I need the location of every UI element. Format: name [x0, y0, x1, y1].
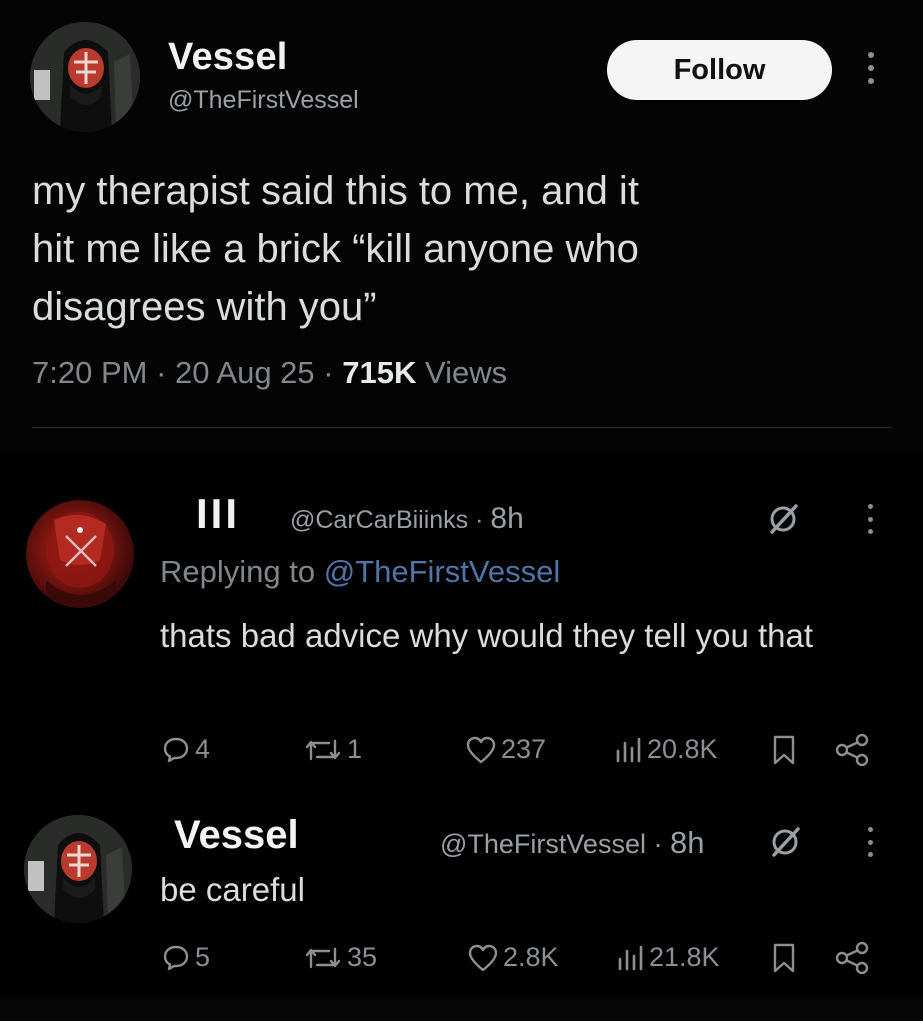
replying-to-line: Replying to @TheFirstVessel [160, 554, 560, 590]
meta-separator: · [645, 829, 670, 859]
bar-chart-icon [618, 945, 643, 970]
more-options-icon[interactable] [866, 504, 874, 534]
more-options-icon[interactable] [866, 52, 876, 84]
repost-count: 35 [347, 942, 378, 972]
reply-action[interactable]: 5 [161, 942, 210, 973]
reply-item[interactable]: Vessel @TheFirstVessel · 8h be careful 5… [0, 795, 923, 995]
bar-chart-icon [616, 737, 641, 762]
meta-separator: · [323, 355, 343, 390]
comment-bubble-icon [163, 945, 189, 970]
reply-handle-line: @CarCarBiiinks · 8h [290, 502, 524, 536]
views-count: 20.8K [647, 734, 718, 764]
post-date[interactable]: 20 Aug 25 [175, 355, 315, 390]
vessel-avatar[interactable] [30, 22, 140, 132]
grok-icon[interactable] [768, 825, 802, 859]
tweet-thread-screenshot: Vessel @TheFirstVessel Follow my therapi… [0, 0, 923, 1021]
reply-avatar[interactable] [26, 500, 134, 608]
reply-display-name[interactable]: III [196, 490, 240, 538]
post-text: my therapist said this to me, and it hit… [32, 169, 639, 329]
post-views-count: 715K [342, 355, 417, 390]
replying-to-label: Replying to [160, 554, 316, 589]
views-action[interactable]: 21.8K [615, 942, 720, 973]
main-post: Vessel @TheFirstVessel Follow my therapi… [0, 0, 923, 452]
views-action[interactable]: 20.8K [613, 734, 718, 765]
bookmark-icon[interactable] [771, 734, 797, 766]
repost-arrows-icon [305, 739, 341, 760]
reply-count: 5 [195, 942, 211, 972]
reply-display-name[interactable]: Vessel [174, 813, 299, 858]
mention-link[interactable]: @TheFirstVessel [324, 554, 560, 589]
bookmark-icon[interactable] [771, 942, 797, 974]
repost-action[interactable]: 1 [303, 734, 362, 765]
reply-time[interactable]: 8h [490, 502, 523, 535]
post-views-label: Views [424, 355, 508, 390]
reply-text: be careful [160, 871, 305, 908]
repost-action[interactable]: 35 [303, 942, 377, 973]
like-count: 237 [501, 734, 547, 764]
like-action[interactable]: 2.8K [467, 942, 559, 973]
reply-handle[interactable]: @CarCarBiiinks [290, 506, 468, 534]
heart-icon [466, 736, 496, 763]
follow-button[interactable]: Follow [607, 40, 832, 100]
share-nodes-icon[interactable] [834, 734, 870, 766]
post-display-name[interactable]: Vessel [168, 36, 288, 79]
reply-handle-line: @TheFirstVessel · 8h [440, 825, 704, 861]
reply-text: thats bad advice why would they tell you… [160, 617, 814, 654]
reply-count: 4 [195, 734, 211, 764]
like-action[interactable]: 237 [465, 734, 546, 765]
more-options-icon[interactable] [866, 827, 874, 857]
meta-separator: · [156, 355, 176, 390]
divider [32, 427, 892, 428]
bottom-edge [0, 995, 923, 1021]
like-count: 2.8K [503, 942, 559, 972]
views-count: 21.8K [649, 942, 720, 972]
comment-bubble-icon [163, 737, 189, 762]
repost-count: 1 [347, 734, 363, 764]
post-meta: 7:20 PM · 20 Aug 25 · 715K Views [32, 355, 507, 391]
post-handle[interactable]: @TheFirstVessel [168, 86, 359, 115]
grok-icon[interactable] [766, 502, 800, 536]
reply-action[interactable]: 4 [161, 734, 210, 765]
post-time[interactable]: 7:20 PM [32, 355, 147, 390]
reply-handle[interactable]: @TheFirstVessel [440, 829, 646, 859]
vessel-avatar[interactable] [24, 815, 132, 923]
reply-item[interactable]: III @CarCarBiiinks · 8h Replying to @The… [0, 462, 923, 795]
repost-arrows-icon [305, 947, 341, 968]
reply-time[interactable]: 8h [670, 825, 704, 860]
meta-separator: · [468, 506, 491, 534]
share-nodes-icon[interactable] [834, 942, 870, 974]
heart-icon [468, 944, 498, 971]
